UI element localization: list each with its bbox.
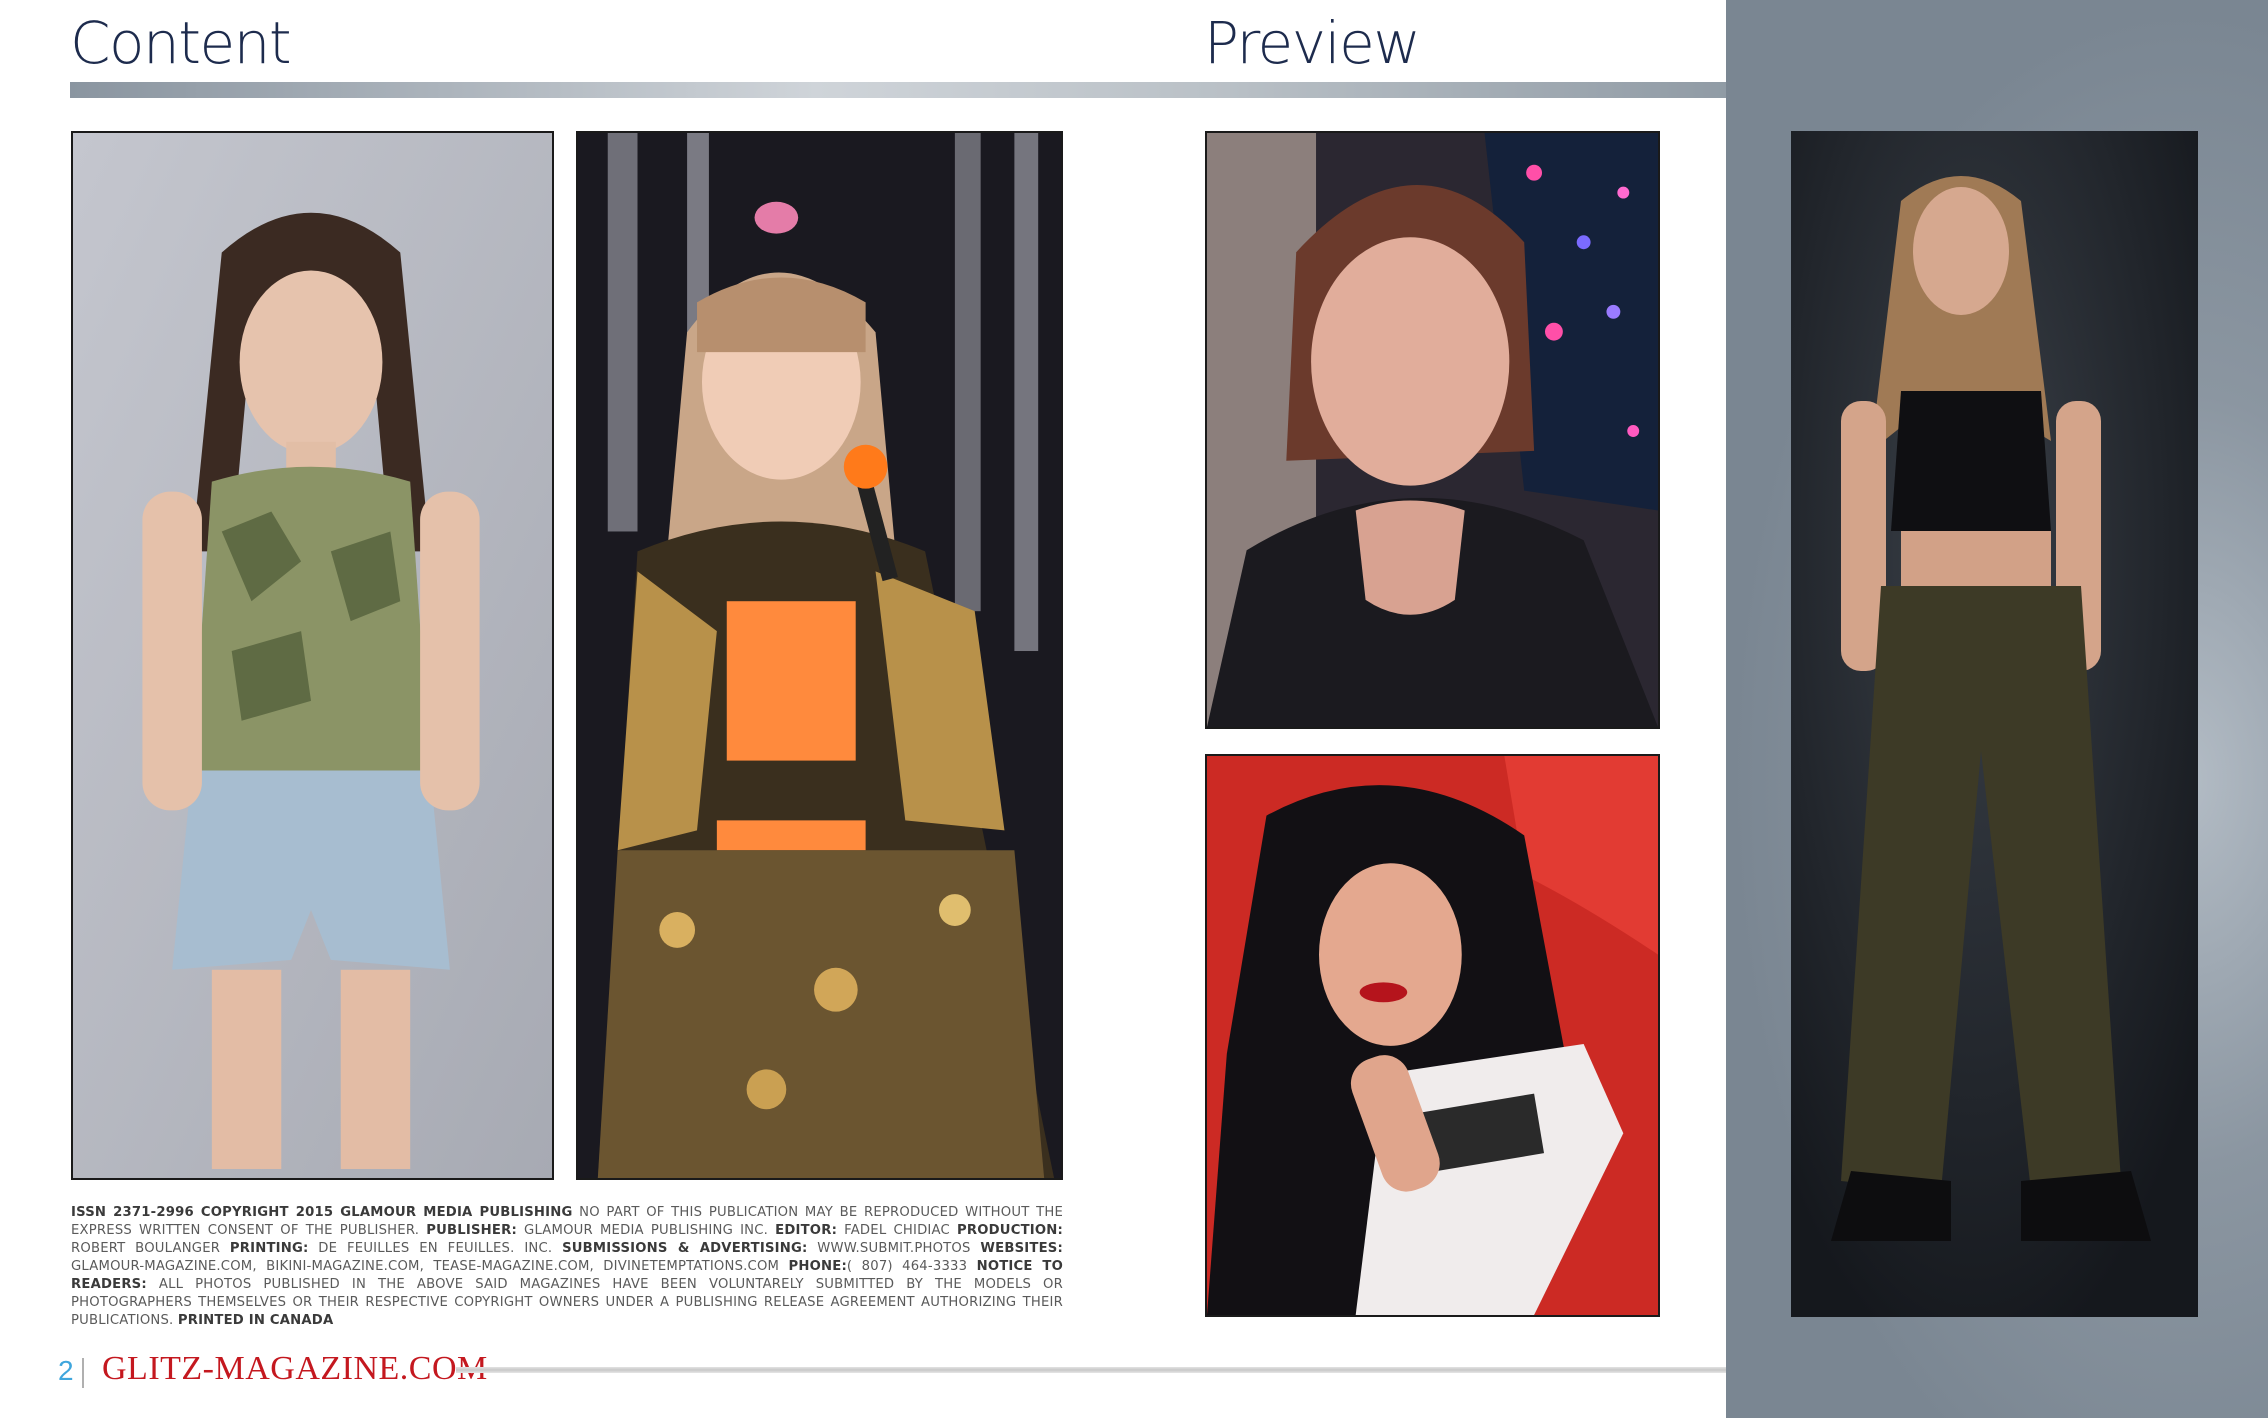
page-number: 2 [58,1355,74,1386]
fineprint-label: WEBSITES: [980,1241,1063,1256]
photo-girl-cargo-pants [1791,131,2198,1317]
copyright-fineprint: ISSN 2371-2996 COPYRIGHT 2015 GLAMOUR ME… [71,1204,1063,1330]
fineprint-label: PRINTING: [229,1241,309,1256]
footer-rule [456,1367,1726,1373]
photo-woman-christmas-selfie [1205,131,1660,729]
fineprint-label: PUBLISHER: [426,1223,517,1238]
fineprint-text: FADEL CHIDIAC [837,1223,958,1238]
fineprint-label: PRINTED IN CANADA [177,1313,334,1328]
fineprint-text: ( 807) 464-3333 [846,1259,977,1274]
header-rule [70,82,1726,98]
fineprint-label: SUBMISSIONS & ADVERTISING: [562,1241,808,1256]
photo-girl-singing-sequins [576,131,1063,1180]
fineprint-text: GLAMOUR-MAGAZINE.COM, BIKINI-MAGAZINE.CO… [71,1259,789,1274]
fineprint-label: PRODUCTION: [957,1223,1064,1238]
fineprint-text: DE FEUILLES EN FEUILLES. INC. [308,1241,563,1256]
photo-woman-red-background [1205,754,1660,1317]
photo-girl-camo-top [71,131,554,1180]
magazine-logo: GLITZ-MAGAZINE.COM [102,1350,488,1387]
fineprint-label: ISSN 2371-2996 COPYRIGHT 2015 GLAMOUR ME… [71,1205,573,1220]
fineprint-text: ROBERT BOULANGER [71,1241,230,1256]
preview-heading: Preview [1204,9,1421,77]
fineprint-text: GLAMOUR MEDIA PUBLISHING INC. [516,1223,776,1238]
fineprint-label: PHONE: [788,1259,847,1274]
fineprint-label: EDITOR: [775,1223,838,1238]
footer-divider [82,1358,84,1388]
fineprint-text: WWW.SUBMIT.PHOTOS [807,1241,981,1256]
content-heading: Content [70,9,292,77]
